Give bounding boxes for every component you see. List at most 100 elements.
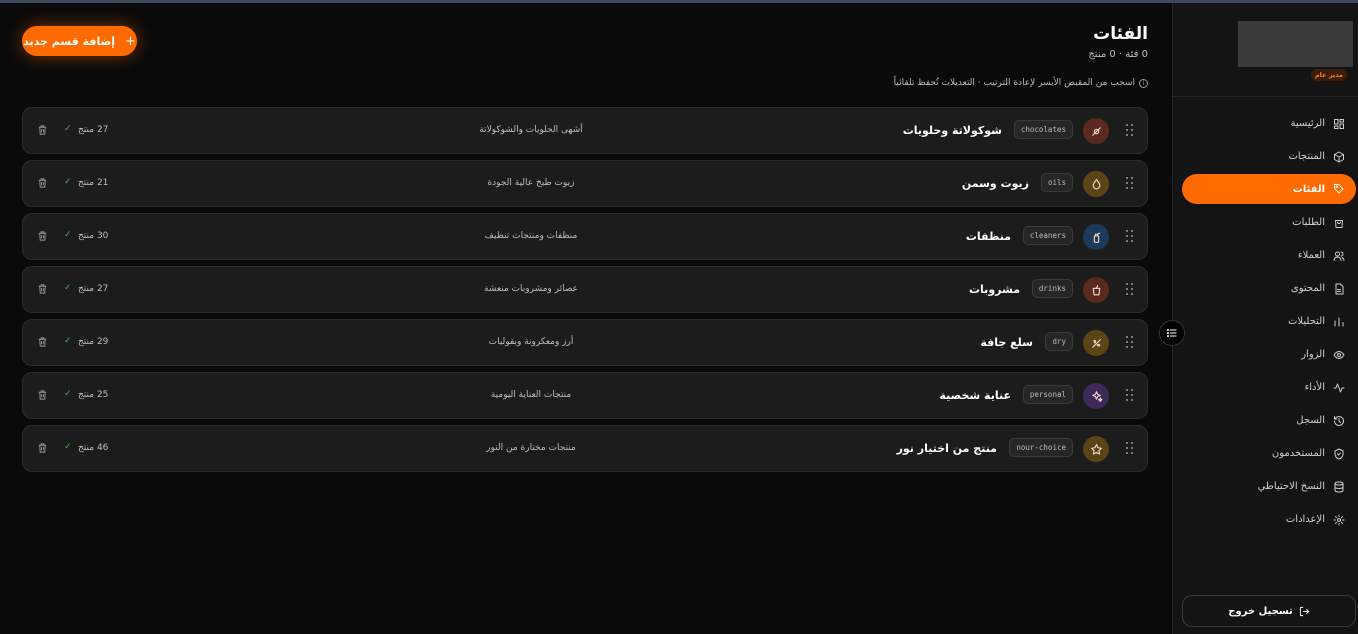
sidebar-item-10[interactable]: المستخدمون bbox=[1182, 437, 1356, 470]
product-count: 27 منتج bbox=[78, 125, 109, 135]
logout-label: تسجيل خروج bbox=[1228, 605, 1293, 617]
sidebar-item-12[interactable]: الإعدادات bbox=[1182, 503, 1356, 536]
trash-icon[interactable] bbox=[37, 124, 48, 136]
drag-handle-icon[interactable] bbox=[1126, 336, 1134, 349]
database-icon bbox=[1334, 481, 1344, 492]
floating-menu-button[interactable] bbox=[1159, 320, 1185, 346]
page-subtitle: 0 فئة · 0 منتج bbox=[1088, 49, 1148, 60]
spray-bottle-icon bbox=[1093, 232, 1100, 243]
sidebar-item-label: الفئات bbox=[1292, 183, 1325, 195]
list-icon bbox=[1166, 328, 1177, 338]
cup-icon bbox=[1092, 284, 1100, 295]
plus-icon: + bbox=[124, 33, 136, 49]
category-name[interactable]: زيوت وسمن bbox=[962, 177, 1029, 190]
category-name[interactable]: منظفات bbox=[966, 230, 1011, 243]
product-count: 25 منتج bbox=[78, 390, 109, 400]
category-description: عصائر ومشروبات منعشة bbox=[483, 284, 579, 294]
category-row[interactable]: nour-choice منتج من اختيار نور منتجات مخ… bbox=[22, 425, 1148, 472]
gear-icon bbox=[1333, 514, 1345, 525]
sidebar-item-11[interactable]: النسخ الاحتياطي bbox=[1182, 470, 1356, 503]
sparkles-icon bbox=[1091, 390, 1102, 402]
category-description: زيوت طبخ عالية الجودة bbox=[487, 178, 575, 188]
sidebar-item-1[interactable]: المنتجات bbox=[1182, 140, 1356, 173]
activity-icon bbox=[1333, 383, 1345, 392]
category-name[interactable]: منتج من اختيار نور bbox=[897, 442, 997, 455]
category-icon bbox=[1083, 171, 1109, 197]
sidebar-item-0[interactable]: الرئيسية bbox=[1182, 107, 1356, 140]
trash-icon[interactable] bbox=[37, 389, 48, 401]
category-row[interactable]: chocolates شوكولاتة وحلويات أشهى الحلويا… bbox=[22, 107, 1148, 154]
category-row[interactable]: dry سلع جافة أرز ومعكرونة وبقوليات 29 من… bbox=[22, 319, 1148, 366]
trash-icon[interactable] bbox=[37, 336, 48, 348]
check-icon: ✓ bbox=[64, 389, 72, 399]
category-slug: drinks bbox=[1031, 279, 1073, 298]
sidebar-item-label: الأداء bbox=[1304, 382, 1325, 393]
category-slug: chocolates bbox=[1013, 120, 1073, 139]
trash-icon[interactable] bbox=[37, 283, 48, 295]
category-description: منظفات ومنتجات تنظيف bbox=[484, 231, 578, 241]
shopping-bag-icon bbox=[1335, 219, 1343, 228]
sidebar-item-label: العملاء bbox=[1297, 250, 1325, 261]
users-icon bbox=[1333, 251, 1345, 261]
sidebar-item-2[interactable]: الفئات bbox=[1182, 174, 1356, 204]
category-name[interactable]: سلع جافة bbox=[980, 336, 1033, 349]
sidebar-item-6[interactable]: التحليلات bbox=[1182, 305, 1356, 338]
product-count: 46 منتج bbox=[78, 443, 109, 453]
add-category-label: إضافة قسم جديد bbox=[23, 34, 115, 48]
trash-icon[interactable] bbox=[37, 177, 48, 189]
drag-handle-icon[interactable] bbox=[1126, 442, 1134, 455]
category-description: أرز ومعكرونة وبقوليات bbox=[488, 337, 574, 347]
star-icon bbox=[1090, 443, 1102, 455]
wheat-icon bbox=[1091, 338, 1101, 348]
check-icon: ✓ bbox=[64, 283, 72, 293]
sidebar-item-5[interactable]: المحتوى bbox=[1182, 272, 1356, 305]
history-icon bbox=[1334, 415, 1344, 426]
eye-icon bbox=[1333, 350, 1345, 359]
category-slug: oils bbox=[1040, 173, 1073, 192]
sidebar-item-label: الرئيسية bbox=[1290, 118, 1325, 129]
category-list: chocolates شوكولاتة وحلويات أشهى الحلويا… bbox=[22, 107, 1148, 478]
document-icon bbox=[1335, 283, 1344, 294]
sidebar-item-3[interactable]: الطلبات bbox=[1182, 206, 1356, 239]
add-category-button[interactable]: + إضافة قسم جديد bbox=[22, 26, 137, 56]
category-description: أشهى الحلويات والشوكولاتة bbox=[479, 125, 583, 135]
trash-icon[interactable] bbox=[37, 230, 48, 242]
category-row[interactable]: cleaners منظفات منظفات ومنتجات تنظيف 30 … bbox=[22, 213, 1148, 260]
drag-handle-icon[interactable] bbox=[1126, 230, 1134, 243]
logo bbox=[1238, 21, 1353, 67]
sidebar-item-label: الزوار bbox=[1301, 349, 1325, 360]
category-slug: dry bbox=[1045, 332, 1073, 351]
reorder-hint: i اسحب من المقبض الأيسر لإعادة الترتيب ·… bbox=[894, 78, 1148, 88]
category-row[interactable]: personal عناية شخصية منتجات العناية اليو… bbox=[22, 372, 1148, 419]
tag-icon bbox=[1334, 184, 1344, 194]
trash-icon[interactable] bbox=[37, 442, 48, 454]
product-count: 29 منتج bbox=[78, 337, 109, 347]
category-name[interactable]: عناية شخصية bbox=[939, 389, 1011, 402]
sidebar-item-9[interactable]: السجل bbox=[1182, 404, 1356, 437]
product-count: 27 منتج bbox=[78, 284, 109, 294]
drag-handle-icon[interactable] bbox=[1126, 283, 1134, 296]
drag-handle-icon[interactable] bbox=[1126, 177, 1134, 190]
info-icon: i bbox=[1139, 78, 1148, 88]
sidebar-item-8[interactable]: الأداء bbox=[1182, 371, 1356, 404]
sidebar-nav: الرئيسية المنتجات الفئات الطلبات العملاء المح… bbox=[1182, 107, 1356, 536]
category-row[interactable]: oils زيوت وسمن زيوت طبخ عالية الجودة 21 … bbox=[22, 160, 1148, 207]
check-icon: ✓ bbox=[64, 336, 72, 346]
sidebar-item-4[interactable]: العملاء bbox=[1182, 239, 1356, 272]
check-icon: ✓ bbox=[64, 442, 72, 452]
drag-handle-icon[interactable] bbox=[1126, 389, 1134, 402]
category-row[interactable]: drinks مشروبات عصائر ومشروبات منعشة 27 م… bbox=[22, 266, 1148, 313]
category-name[interactable]: شوكولاتة وحلويات bbox=[903, 124, 1002, 137]
sidebar-item-7[interactable]: الزوار bbox=[1182, 338, 1356, 371]
droplet-icon bbox=[1092, 178, 1100, 189]
sidebar-divider bbox=[1172, 96, 1358, 97]
drag-handle-icon[interactable] bbox=[1126, 124, 1134, 137]
check-icon: ✓ bbox=[64, 124, 72, 134]
logout-button[interactable]: تسجيل خروج bbox=[1182, 595, 1356, 627]
main-content: + إضافة قسم جديد الفئات 0 فئة · 0 منتج i… bbox=[0, 3, 1172, 634]
check-icon: ✓ bbox=[64, 177, 72, 187]
product-count: 30 منتج bbox=[78, 231, 109, 241]
reorder-hint-text: اسحب من المقبض الأيسر لإعادة الترتيب · ا… bbox=[893, 78, 1135, 88]
category-icon bbox=[1083, 436, 1109, 462]
category-name[interactable]: مشروبات bbox=[969, 283, 1020, 296]
